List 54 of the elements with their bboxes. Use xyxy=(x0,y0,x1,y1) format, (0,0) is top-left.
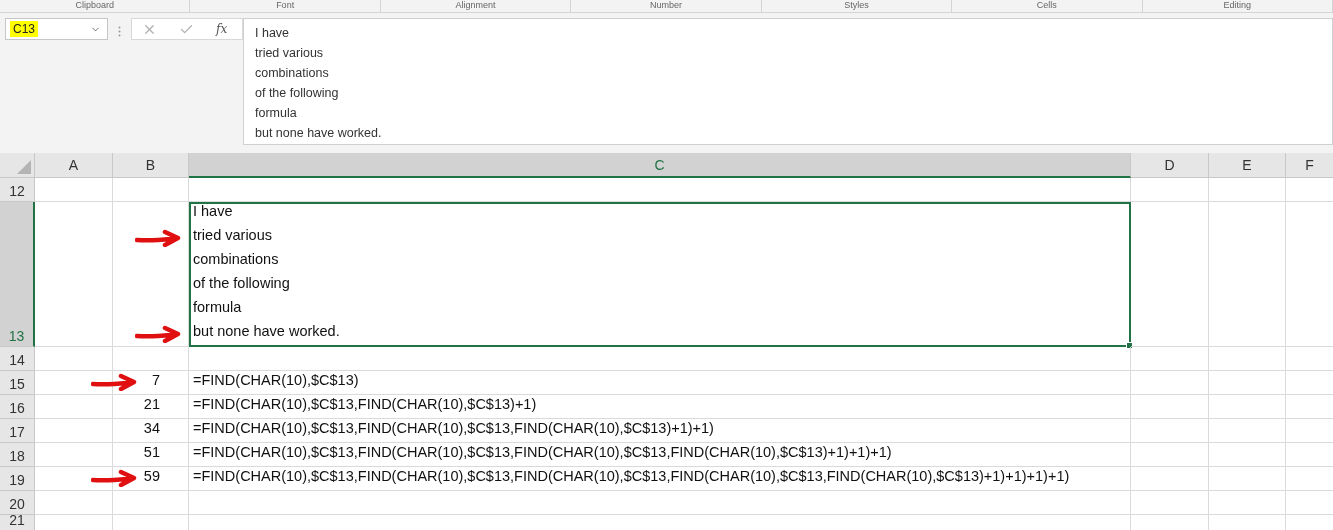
cell-text-line: I have xyxy=(193,202,233,221)
row-header[interactable]: 14 xyxy=(0,347,35,371)
formula-text-line: formula xyxy=(255,105,298,122)
formula-cell: =FIND(CHAR(10),$C$13,FIND(CHAR(10),$C$13,FIND(CHAR(10),$C$13,FIND(CHAR(10),$C$13)+1)+1)+1) xyxy=(189,443,1131,467)
select-all-corner[interactable] xyxy=(0,153,35,178)
ribbon-group-label: Clipboard xyxy=(0,0,191,12)
formula-cell: =FIND(CHAR(10),$C$13,FIND(CHAR(10),$C$13)+1) xyxy=(189,395,1131,419)
ribbon-group-label: Cells xyxy=(952,0,1143,12)
formula-cell: =FIND(CHAR(10),$C$13,FIND(CHAR(10),$C$13,FIND(CHAR(10),$C$13)+1)+1) xyxy=(189,419,1131,443)
ribbon-group-label: Font xyxy=(190,0,381,12)
formula-text-line: I have xyxy=(255,25,291,42)
drag-handle-icon[interactable] xyxy=(118,26,121,37)
formula-text-line: but none have worked. xyxy=(255,125,383,142)
cell-text-line: but none have worked. xyxy=(193,322,340,341)
number-cell: 7 xyxy=(113,371,189,395)
row-header[interactable]: 16 xyxy=(0,395,35,419)
column-header[interactable]: B xyxy=(113,153,189,178)
cell-text-line: of the following xyxy=(193,274,290,293)
number-cell: 59 xyxy=(113,467,189,491)
formula-text-line: of the following xyxy=(255,85,340,102)
formula-text-line: combinations xyxy=(255,65,330,82)
formula-cell: =FIND(CHAR(10),$C$13) xyxy=(189,371,1131,395)
cell-text-line: formula xyxy=(193,298,242,317)
column-header[interactable]: C xyxy=(189,153,1131,178)
ribbon-group-label: Alignment xyxy=(380,0,572,12)
ribbon-group-label: Styles xyxy=(761,0,953,12)
cell-reference: C13 xyxy=(10,21,38,37)
column-header[interactable]: F xyxy=(1286,153,1333,178)
row-header[interactable]: 13 xyxy=(0,202,35,347)
formula-cell: =FIND(CHAR(10),$C$13,FIND(CHAR(10),$C$13,FIND(CHAR(10),$C$13,FIND(CHAR(10),$C$13,FIND(CHAR(10),$C$13)+1)+1)+1)+1) xyxy=(189,467,1131,491)
fill-handle[interactable] xyxy=(1126,342,1133,349)
row-header[interactable]: 17 xyxy=(0,419,35,443)
row-header[interactable]: 21 xyxy=(0,515,35,530)
column-header[interactable]: A xyxy=(35,153,113,178)
row-header[interactable]: 15 xyxy=(0,371,35,395)
number-cell: 34 xyxy=(113,419,189,443)
column-header[interactable]: E xyxy=(1209,153,1286,178)
ribbon-group-label: Editing xyxy=(1142,0,1333,12)
row-header[interactable]: 18 xyxy=(0,443,35,467)
column-header[interactable]: D xyxy=(1131,153,1209,178)
row-header[interactable]: 20 xyxy=(0,491,35,515)
number-cell: 21 xyxy=(113,395,189,419)
cell-text-line: tried various xyxy=(193,226,272,245)
ribbon-group-label: Number xyxy=(571,0,762,12)
insert-function-button[interactable]: fx xyxy=(216,22,228,36)
formula-bar[interactable]: I have tried various combinations of the following formula but none have worked. xyxy=(243,18,1333,145)
formula-text-line: tried various xyxy=(255,45,325,62)
cell-text-line: combinations xyxy=(193,250,279,269)
number-cell: 51 xyxy=(113,443,189,467)
name-box[interactable]: C13 xyxy=(5,18,108,40)
selected-cell[interactable]: I have tried various combinations of the following formula but none have worked. xyxy=(189,202,1131,347)
row-header[interactable]: 19 xyxy=(0,467,35,491)
row-header[interactable]: 12 xyxy=(0,178,35,202)
corner-triangle-icon xyxy=(17,160,31,174)
